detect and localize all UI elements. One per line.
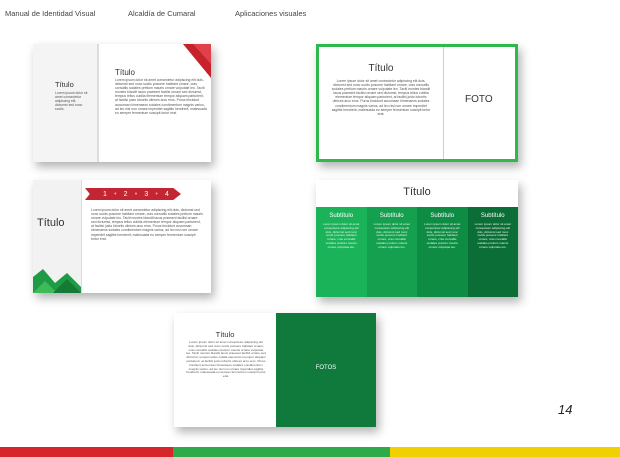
bottom-bar-green bbox=[173, 447, 390, 457]
photo-label: FOTO bbox=[465, 94, 493, 105]
divider bbox=[81, 180, 82, 293]
slide-body: Lorem ipsum dolor sit amet consectetur a… bbox=[91, 208, 203, 241]
section-label: Aplicaciones visuales bbox=[235, 9, 307, 18]
slide-template-5: Título Lorem ipsum dolor sit amet consec… bbox=[174, 313, 376, 427]
left-title: Título bbox=[55, 80, 74, 89]
step-dot: • bbox=[134, 190, 138, 198]
mountains-icon bbox=[33, 269, 81, 293]
column-4: Subtítulo Lorem ipsum dolor sit amet con… bbox=[467, 207, 518, 297]
manual-label: Manual de Identidad Visual bbox=[5, 9, 96, 18]
bottom-bar-yellow bbox=[390, 447, 620, 457]
alcaldia-label: Alcaldía de Cumaral bbox=[128, 9, 196, 18]
photo-label: FOTOS bbox=[315, 365, 337, 371]
column-body: Lorem ipsum dolor sit amet consectetur a… bbox=[373, 222, 410, 249]
step-1: 1 bbox=[103, 190, 107, 198]
slide-template-3: Título 1 • 2 • 3 • 4 Lorem ipsum dolor s… bbox=[33, 180, 211, 293]
steps-row: 1 • 2 • 3 • 4 bbox=[103, 188, 181, 200]
slide-body: Lorem ipsum dolor sit amet consectetur a… bbox=[186, 341, 266, 379]
columns-row: Subtítulo Lorem ipsum dolor sit amet con… bbox=[316, 207, 518, 297]
page-number: 14 bbox=[558, 402, 573, 417]
column-1: Subtítulo Lorem ipsum dolor sit amet con… bbox=[316, 207, 367, 297]
main-title: Título bbox=[115, 68, 136, 77]
slide-body: Lorem ipsum dolor sit amet consectetur a… bbox=[331, 79, 431, 116]
step-4: 4 bbox=[165, 190, 169, 198]
slide-template-1: Título Lorem ipsum dolor sit amet consec… bbox=[33, 44, 211, 162]
corner-fold-icon bbox=[183, 44, 211, 78]
column-body: Lorem ipsum dolor sit amet consectetur a… bbox=[323, 222, 360, 249]
slide-template-4: Título Subtítulo Lorem ipsum dolor sit a… bbox=[316, 180, 518, 297]
slide-title: Título bbox=[37, 217, 65, 229]
column-3: Subtítulo Lorem ipsum dolor sit amet con… bbox=[417, 207, 468, 297]
step-2: 2 bbox=[123, 190, 128, 198]
slide-template-2: Título Lorem ipsum dolor sit amet consec… bbox=[316, 44, 518, 162]
column-2: Subtítulo Lorem ipsum dolor sit amet con… bbox=[366, 207, 417, 297]
divider bbox=[97, 44, 99, 162]
step-dot: • bbox=[114, 190, 117, 198]
divider bbox=[443, 47, 444, 159]
left-body: Lorem ipsum dolor sit amet consectetur a… bbox=[55, 91, 88, 111]
step-dot: • bbox=[155, 190, 158, 198]
column-body: Lorem ipsum dolor sit amet consectetur a… bbox=[424, 222, 461, 249]
slide-title: Título bbox=[215, 330, 235, 339]
step-3: 3 bbox=[144, 190, 149, 198]
slide-title: Título bbox=[368, 63, 394, 74]
slide-title: Título bbox=[403, 186, 431, 198]
bottom-bar-red bbox=[0, 447, 173, 457]
column-body: Lorem ipsum dolor sit amet consectetur a… bbox=[474, 222, 511, 249]
main-body: Lorem ipsum dolor sit amet consectetur a… bbox=[115, 78, 207, 115]
photo-panel: FOTOS bbox=[276, 313, 376, 427]
